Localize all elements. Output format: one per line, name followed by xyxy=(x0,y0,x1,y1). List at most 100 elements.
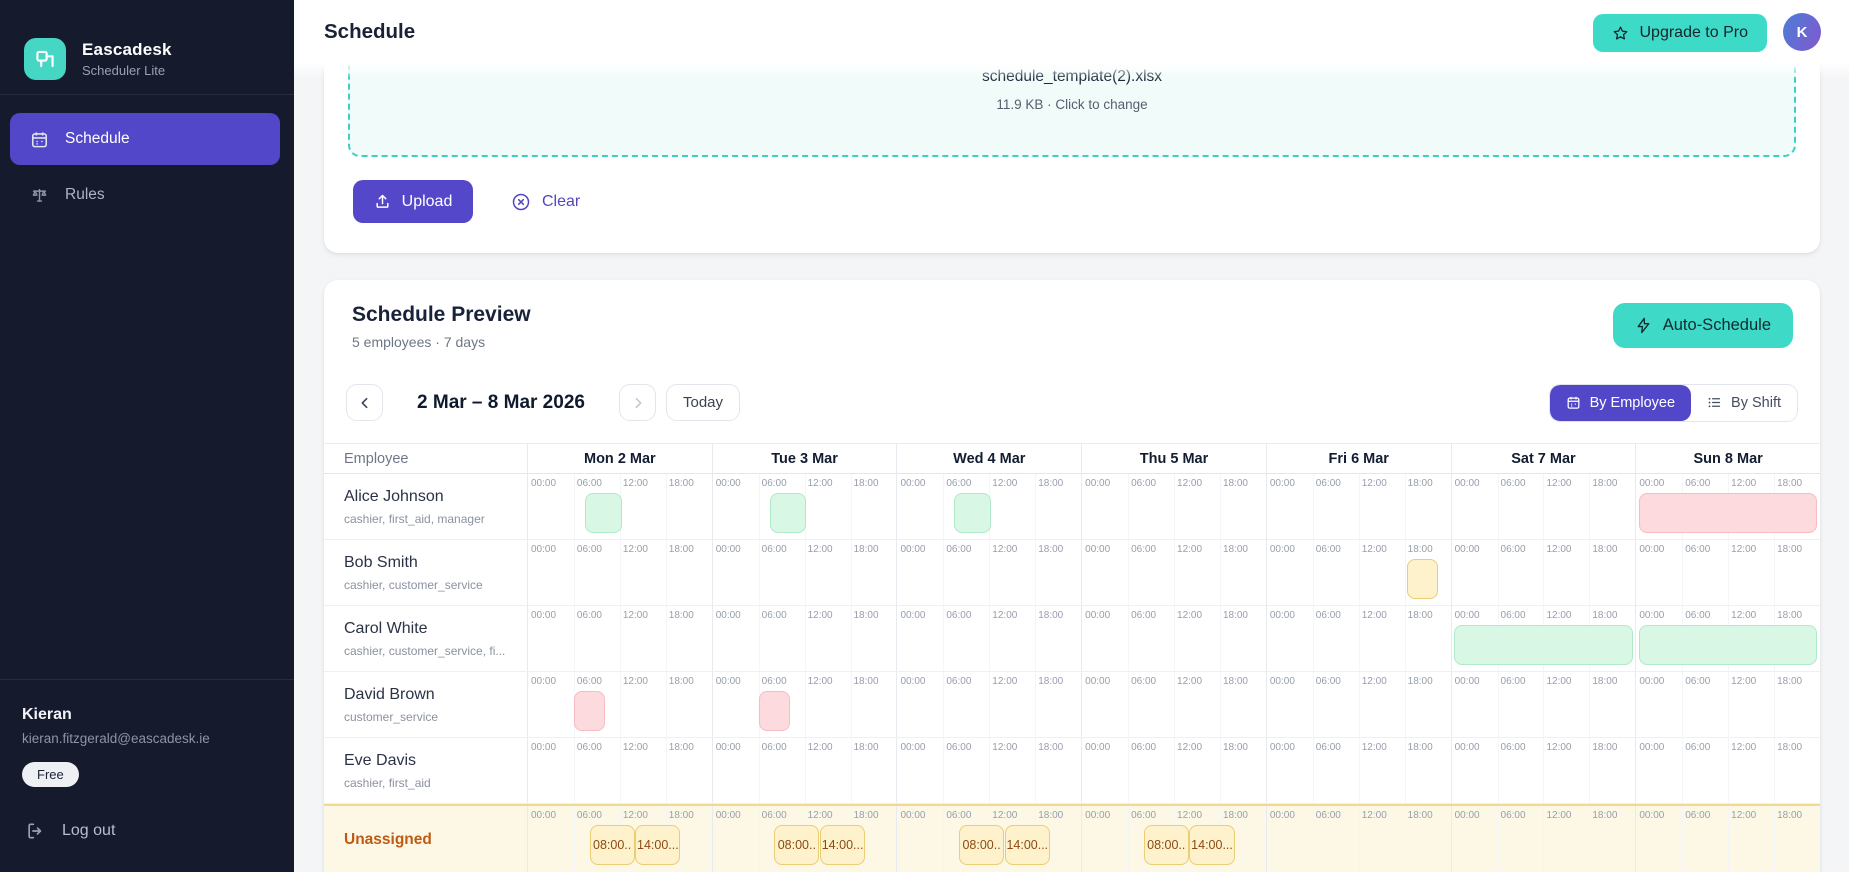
time-tick-label: 00:00 xyxy=(531,478,557,489)
day-cell[interactable]: 00:00 06:00 12:00 18:00 xyxy=(1450,738,1636,803)
shift-block[interactable] xyxy=(573,691,606,731)
gridline xyxy=(1728,540,1730,605)
shift-block[interactable]: 14:00... xyxy=(820,825,866,865)
sidebar-item-schedule[interactable]: Schedule xyxy=(10,113,280,165)
gridline xyxy=(1358,672,1360,737)
auto-schedule-button[interactable]: Auto-Schedule xyxy=(1612,303,1793,348)
day-cell[interactable]: 00:00 06:00 12:00 18:00 xyxy=(527,474,712,539)
day-cell[interactable]: 00:00 06:00 12:00 18:00 xyxy=(1450,540,1636,605)
shift-block[interactable] xyxy=(1454,625,1633,665)
time-tick-label: 06:00 xyxy=(1131,676,1157,687)
day-cell[interactable]: 00:00 06:00 12:00 18:00 xyxy=(711,606,897,671)
sidebar-item-rules[interactable]: Rules xyxy=(10,169,280,221)
today-button[interactable]: Today xyxy=(666,384,741,421)
day-cell[interactable]: 00:00 06:00 12:00 18:00 xyxy=(527,672,712,737)
shift-block[interactable] xyxy=(769,493,807,533)
employee-cell: David Brown customer_service xyxy=(324,672,527,737)
day-cell[interactable]: 00:00 06:00 12:00 18:00 08:00.. 14:00... xyxy=(896,806,1081,872)
time-tick-label: 18:00 xyxy=(1038,742,1064,753)
day-cell[interactable]: 00:00 06:00 12:00 18:00 xyxy=(1635,540,1820,605)
day-cell[interactable]: 00:00 06:00 12:00 18:00 xyxy=(711,540,897,605)
shift-block[interactable]: 14:00... xyxy=(1004,825,1050,865)
time-tick-label: 06:00 xyxy=(1315,676,1341,687)
day-cell[interactable]: 00:00 06:00 12:00 18:00 xyxy=(1265,806,1451,872)
day-cell[interactable]: 00:00 06:00 12:00 18:00 xyxy=(896,474,1081,539)
day-cell[interactable]: 00:00 06:00 12:00 18:00 xyxy=(1635,738,1820,803)
shift-block[interactable] xyxy=(584,493,622,533)
day-cell[interactable]: 00:00 06:00 12:00 18:00 08:00.. 14:00... xyxy=(527,806,712,872)
upgrade-label: Upgrade to Pro xyxy=(1639,24,1748,41)
time-tick-label: 06:00 xyxy=(946,810,972,821)
day-cell[interactable]: 00:00 06:00 12:00 18:00 xyxy=(1081,738,1266,803)
shift-block[interactable] xyxy=(1639,493,1818,533)
day-cell[interactable]: 00:00 06:00 12:00 18:00 xyxy=(1081,474,1266,539)
day-cell[interactable]: 00:00 06:00 12:00 18:00 xyxy=(1450,606,1636,671)
shift-block[interactable]: 14:00... xyxy=(635,825,681,865)
topbar: Schedule Upgrade to Pro K xyxy=(294,0,1849,79)
shift-block[interactable]: 08:00.. xyxy=(1143,825,1189,865)
time-tick-label: 12:00 xyxy=(807,742,833,753)
upload-icon xyxy=(374,193,391,210)
time-tick-label: 18:00 xyxy=(1592,742,1618,753)
time-tick-label: 18:00 xyxy=(668,676,694,687)
shift-block[interactable]: 14:00... xyxy=(1189,825,1235,865)
toggle-by-employee[interactable]: By Employee xyxy=(1549,384,1692,421)
shift-block[interactable] xyxy=(1639,625,1818,665)
day-cell[interactable]: 00:00 06:00 12:00 18:00 xyxy=(896,540,1081,605)
shift-block[interactable]: 08:00.. xyxy=(589,825,635,865)
day-cell[interactable]: 00:00 06:00 12:00 18:00 xyxy=(1081,672,1266,737)
time-tick-label: 06:00 xyxy=(576,676,602,687)
day-cell[interactable]: 00:00 06:00 12:00 18:00 xyxy=(1450,672,1636,737)
day-cell[interactable]: 00:00 06:00 12:00 18:00 xyxy=(1635,474,1820,539)
clear-button[interactable]: Clear xyxy=(511,192,580,212)
shift-block[interactable] xyxy=(758,691,790,731)
time-tick-label: 06:00 xyxy=(1685,544,1711,555)
prev-week-button[interactable] xyxy=(346,384,383,421)
gridline xyxy=(1219,474,1221,539)
toggle-by-shift[interactable]: By Shift xyxy=(1691,385,1797,421)
day-cell[interactable]: 00:00 06:00 12:00 18:00 xyxy=(1265,738,1451,803)
time-tick-label: 00:00 xyxy=(1639,676,1665,687)
day-cell[interactable]: 00:00 06:00 12:00 18:00 08:00.. 14:00... xyxy=(1081,806,1266,872)
logout-button[interactable]: Log out xyxy=(22,821,272,841)
day-cell[interactable]: 00:00 06:00 12:00 18:00 xyxy=(896,606,1081,671)
day-header: Thu 5 Mar xyxy=(1081,444,1266,473)
day-cell[interactable]: 00:00 06:00 12:00 18:00 08:00.. 14:00... xyxy=(711,806,897,872)
day-cell[interactable]: 00:00 06:00 12:00 18:00 xyxy=(1635,806,1820,872)
day-cell[interactable]: 00:00 06:00 12:00 18:00 xyxy=(1450,806,1636,872)
time-tick-label: 00:00 xyxy=(1085,478,1111,489)
day-cell[interactable]: 00:00 06:00 12:00 18:00 xyxy=(1265,672,1451,737)
upgrade-to-pro-button[interactable]: Upgrade to Pro xyxy=(1593,14,1767,52)
day-cell[interactable]: 00:00 06:00 12:00 18:00 xyxy=(1081,606,1266,671)
time-tick-label: 06:00 xyxy=(761,610,787,621)
day-cell[interactable]: 00:00 06:00 12:00 18:00 xyxy=(527,738,712,803)
day-cell[interactable]: 00:00 06:00 12:00 18:00 xyxy=(711,738,897,803)
day-cell[interactable]: 00:00 06:00 12:00 18:00 xyxy=(711,672,897,737)
day-cell[interactable]: 00:00 06:00 12:00 18:00 xyxy=(1265,540,1451,605)
day-cell[interactable]: 00:00 06:00 12:00 18:00 xyxy=(1265,474,1451,539)
clear-button-label: Clear xyxy=(542,192,581,210)
day-cell[interactable]: 00:00 06:00 12:00 18:00 xyxy=(711,474,897,539)
time-tick-label: 00:00 xyxy=(1454,478,1480,489)
day-cell[interactable]: 00:00 06:00 12:00 18:00 xyxy=(896,672,1081,737)
day-cell[interactable]: 00:00 06:00 12:00 18:00 xyxy=(1635,606,1820,671)
day-cell[interactable]: 00:00 06:00 12:00 18:00 xyxy=(527,540,712,605)
shift-block[interactable]: 08:00.. xyxy=(958,825,1005,865)
day-cell[interactable]: 00:00 06:00 12:00 18:00 xyxy=(896,738,1081,803)
upload-button[interactable]: Upload xyxy=(353,180,473,223)
day-cell[interactable]: 00:00 06:00 12:00 18:00 xyxy=(1450,474,1636,539)
gridline xyxy=(1312,738,1314,803)
shift-block[interactable] xyxy=(1406,559,1438,599)
user-avatar[interactable]: K xyxy=(1783,13,1821,51)
shift-block[interactable]: 08:00.. xyxy=(774,825,820,865)
next-week-button[interactable] xyxy=(619,384,656,421)
day-cell[interactable]: 00:00 06:00 12:00 18:00 xyxy=(1081,540,1266,605)
gridline xyxy=(1358,806,1360,872)
day-cell[interactable]: 00:00 06:00 12:00 18:00 xyxy=(1635,672,1820,737)
employee-row: Bob Smith cashier, customer_service 00:00 0… xyxy=(324,540,1820,606)
employee-cell: Unassigned xyxy=(324,806,527,872)
day-cell[interactable]: 00:00 06:00 12:00 18:00 xyxy=(527,606,712,671)
shift-block[interactable] xyxy=(954,493,992,533)
day-cell[interactable]: 00:00 06:00 12:00 18:00 xyxy=(1265,606,1451,671)
time-tick-label: 00:00 xyxy=(715,810,741,821)
